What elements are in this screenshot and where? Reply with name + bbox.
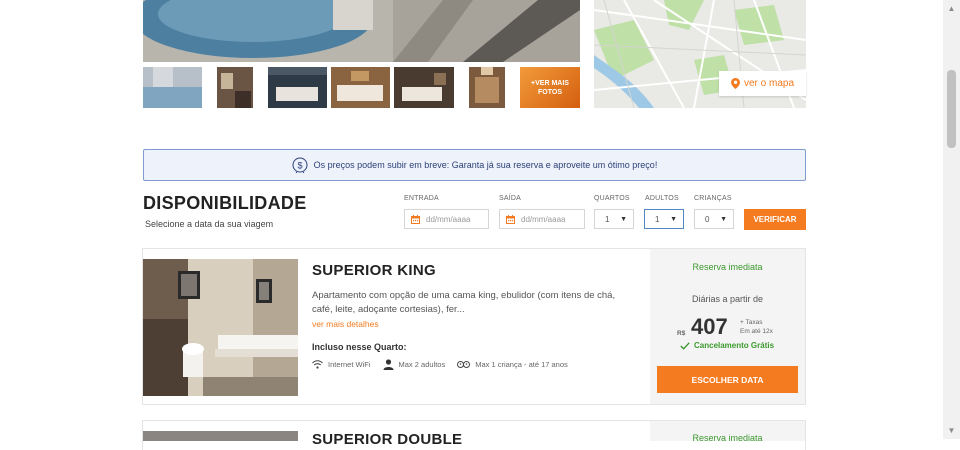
child-icon [457,361,471,368]
gallery-thumbnail-3[interactable] [268,67,327,108]
map-pin-icon [730,78,740,89]
wifi-icon [312,360,323,369]
checkin-placeholder: dd/mm/aaaa [426,214,471,224]
gallery-thumbnail-4[interactable] [331,67,390,108]
dropdown-caret-icon: ▼ [620,215,627,223]
amenity-wifi: Internet WiFi [312,360,371,369]
verify-button[interactable]: VERIFICAR [744,209,806,230]
rooms-select[interactable]: 1 ▼ [594,209,634,229]
person-icon [383,359,394,370]
scrollbar-track[interactable] [943,0,960,439]
checkin-label: ENTRADA [404,195,439,202]
price-currency: R$ [677,330,686,337]
amenity-label: Internet WiFi [328,360,371,369]
adults-label: ADULTOS [645,195,679,202]
free-cancellation-label: Cancelamento Grátis [694,341,775,350]
hotel-main-photo[interactable] [143,0,580,62]
amenity-children: Max 1 criança - até 17 anos [457,360,568,369]
room-photo[interactable] [143,259,298,396]
room-title: SUPERIOR DOUBLE [312,431,463,448]
gallery-thumbnail-1[interactable] [143,67,202,108]
price-tax-info: + Taxas Em até 12x [740,318,773,336]
money-badge-icon: $ [292,157,308,173]
scrollbar-thumb[interactable] [947,70,956,148]
banner-text: Os preços podem subir em breve: Garanta … [313,160,658,170]
scroll-up-arrow-icon[interactable]: ▲ [943,0,960,17]
choose-date-button[interactable]: ESCOLHER DATA [657,366,798,393]
children-label: CRIANÇAS [694,195,732,202]
view-map-label: ver o mapa [743,78,795,89]
room-description: Apartamento com opção de uma cama king, … [312,290,616,315]
more-details-link[interactable]: ver mais detalhes [312,319,379,329]
calendar-icon [411,214,420,224]
availability-title: DISPONIBILIDADE [143,193,307,213]
checkout-placeholder: dd/mm/aaaa [521,214,566,224]
adults-value: 1 [655,214,660,224]
calendar-icon [506,214,515,224]
price-value: 407 [691,314,728,339]
more-photos-button[interactable]: +VER MAIS FOTOS [520,67,580,108]
children-value: 0 [705,214,710,224]
room-photo[interactable] [143,431,298,441]
amenity-label: Max 2 adultos [398,360,446,369]
view-map-button[interactable]: ver o mapa [719,71,806,96]
room-title: SUPERIOR KING [312,262,436,279]
rooms-label: QUARTOS [594,195,630,202]
checkin-date-field[interactable]: dd/mm/aaaa [404,209,489,229]
amenity-label: Max 1 criança - até 17 anos [475,360,568,369]
gallery-thumbnail-2[interactable] [217,67,253,108]
gallery-thumbnail-6[interactable] [469,67,505,108]
rooms-value: 1 [605,214,610,224]
adults-select[interactable]: 1 ▼ [644,209,684,229]
dropdown-caret-icon: ▼ [670,215,677,223]
price-from-label: Diárias a partir de [691,294,764,304]
svg-text:$: $ [297,161,302,171]
included-title: Incluso nesse Quarto: [312,342,407,352]
price-warning-banner: $ Os preços podem subir em breve: Garant… [143,149,806,181]
installments-line: Em até 12x [740,328,773,335]
instant-booking-label: Reserva imediata [692,262,763,272]
checkout-date-field[interactable]: dd/mm/aaaa [499,209,585,229]
checkmark-icon [680,341,690,350]
amenities-list: Internet WiFi Max 2 adultos Max 1 crianç… [312,359,580,370]
gallery-thumbnail-5[interactable] [394,67,454,108]
dropdown-caret-icon: ▼ [720,215,727,223]
children-select[interactable]: 0 ▼ [694,209,734,229]
instant-booking-label: Reserva imediata [692,433,763,443]
checkout-label: SAÍDA [499,195,522,202]
availability-subtitle: Selecione a data da sua viagem [145,219,274,229]
scroll-down-arrow-icon[interactable]: ▼ [943,422,960,439]
free-cancellation: Cancelamento Grátis [680,341,774,350]
more-photos-label: +VER MAIS FOTOS [531,79,569,96]
amenity-adults: Max 2 adultos [383,359,446,370]
tax-line: + Taxas [740,319,763,326]
